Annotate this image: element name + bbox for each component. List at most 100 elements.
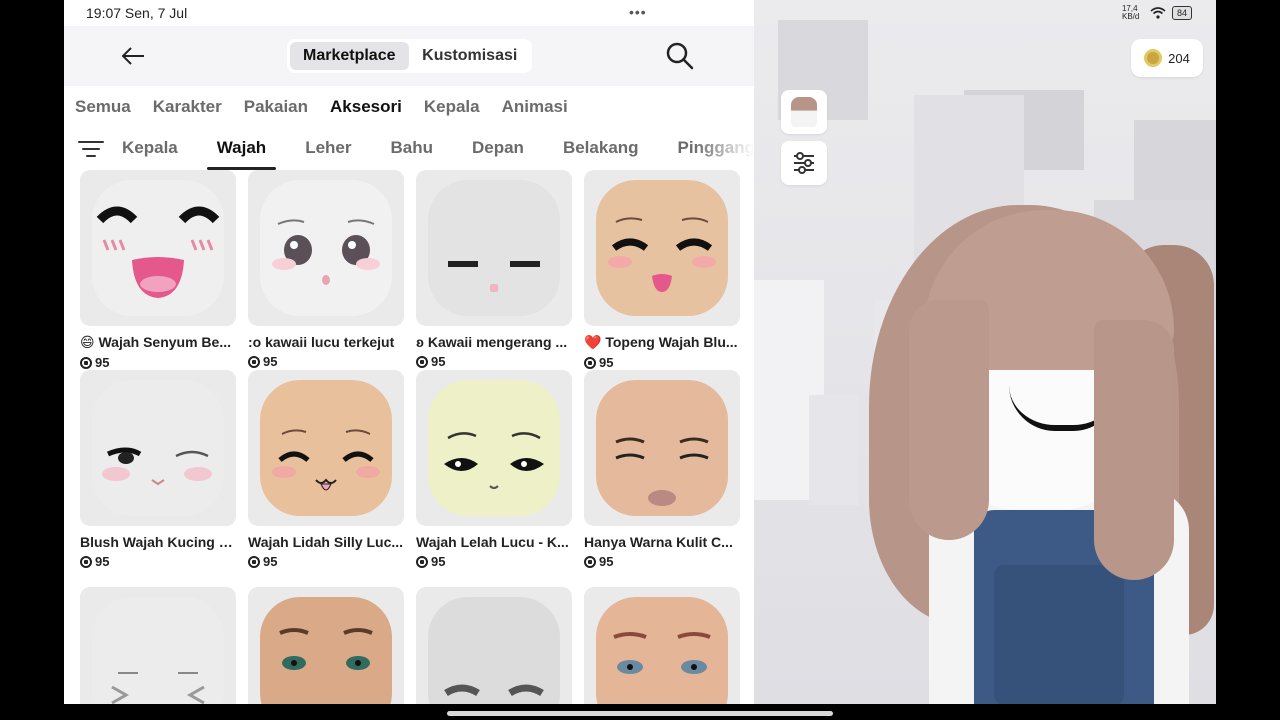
status-time: 19:07 Sen, 7 Jul	[86, 5, 188, 21]
item-title: ❤️ Topeng Wajah Blu...	[584, 334, 738, 350]
item-price: 95	[248, 354, 404, 369]
item-price: 95	[416, 554, 572, 569]
face-preview	[428, 380, 560, 516]
face-preview	[428, 597, 560, 704]
item-card[interactable]	[80, 587, 236, 704]
price-value: 95	[95, 554, 110, 569]
item-thumbnail	[248, 587, 404, 704]
item-card[interactable]: Blush Wajah Kucing S... 95	[80, 370, 236, 569]
robux-icon	[416, 555, 428, 568]
tabs-fade-edge	[694, 128, 754, 170]
item-title: Blush Wajah Kucing S...	[80, 534, 236, 550]
item-thumbnail	[584, 587, 740, 704]
price-value: 95	[263, 554, 278, 569]
robux-icon	[584, 356, 596, 369]
item-thumbnail	[416, 170, 572, 326]
item-thumbnail	[584, 370, 740, 526]
search-button[interactable]	[664, 40, 696, 72]
tab-semua[interactable]: Semua	[75, 97, 131, 117]
subtab-wajah[interactable]: Wajah	[206, 128, 277, 170]
item-card[interactable]: ❤️ Topeng Wajah Blu... 95	[584, 170, 740, 370]
face-preview	[92, 180, 224, 316]
item-price: 95	[80, 554, 236, 569]
face-preview	[92, 597, 224, 704]
item-price: 95	[248, 554, 404, 569]
robux-icon	[80, 555, 92, 568]
face-preview	[92, 380, 224, 516]
price-value: 95	[599, 355, 614, 370]
avatar-overalls-bib	[994, 565, 1124, 704]
battery-level: 84	[1171, 6, 1192, 20]
subtab-bahu[interactable]: Bahu	[380, 128, 443, 170]
search-icon	[666, 42, 694, 70]
item-title: :o kawaii lucu terkejut	[248, 334, 395, 350]
wifi-icon	[1150, 7, 1166, 19]
subtab-leher[interactable]: Leher	[295, 128, 361, 170]
tab-kepala[interactable]: Kepala	[424, 97, 480, 117]
arrow-left-icon	[121, 47, 144, 65]
item-card[interactable]: Wajah Lelah Lucu - K... 95	[416, 370, 572, 569]
robux-icon	[584, 555, 596, 568]
item-card[interactable]: Hanya Warna Kulit C... 95	[584, 370, 740, 569]
item-card[interactable]: :o kawaii lucu terkejut 95	[248, 170, 404, 369]
item-price: 95	[80, 355, 236, 370]
tab-animasi[interactable]: Animasi	[502, 97, 568, 117]
mode-segmented-control: Marketplace Kustomisasi	[287, 39, 532, 73]
item-title: Wajah Lelah Lucu - K...	[416, 534, 569, 550]
item-title: Wajah Lidah Silly Luc...	[248, 534, 404, 550]
item-price: 95	[584, 554, 740, 569]
robux-icon	[248, 555, 260, 568]
status-right: 17,4 KB/d 84	[1122, 5, 1192, 21]
tab-karakter[interactable]: Karakter	[153, 97, 222, 117]
avatar-thumbnail-button[interactable]	[781, 90, 827, 134]
item-title: ʚ Kawaii mengerang ...	[416, 334, 568, 350]
item-thumbnail	[416, 587, 572, 704]
item-title: Hanya Warna Kulit C...	[584, 534, 733, 550]
category-tabs: Semua Karakter Pakaian Aksesori Kepala A…	[64, 86, 754, 128]
item-card[interactable]	[416, 587, 572, 704]
item-card[interactable]: ʚ Kawaii mengerang ... 95	[416, 170, 572, 369]
sliders-icon	[794, 152, 814, 174]
item-card[interactable]	[248, 587, 404, 704]
price-value: 95	[431, 354, 446, 369]
multitask-dots[interactable]: •••	[629, 4, 647, 20]
item-price: 95	[416, 354, 572, 369]
item-thumbnail	[248, 170, 404, 326]
item-thumbnail	[248, 370, 404, 526]
robux-icon	[416, 355, 428, 368]
tab-pakaian[interactable]: Pakaian	[244, 97, 308, 117]
item-thumbnail	[80, 170, 236, 326]
home-indicator[interactable]	[447, 711, 833, 716]
face-preview	[596, 597, 728, 704]
avatar-settings-button[interactable]	[781, 141, 827, 185]
item-card[interactable]: Wajah Lidah Silly Luc... 95	[248, 370, 404, 569]
back-button[interactable]	[118, 41, 148, 71]
item-card[interactable]	[584, 587, 740, 704]
tab-aksesori[interactable]: Aksesori	[330, 97, 402, 117]
subtab-depan[interactable]: Depan	[462, 128, 534, 170]
robux-balance-button[interactable]: 204	[1131, 39, 1203, 77]
segment-kustomisasi[interactable]: Kustomisasi	[411, 42, 530, 70]
marketplace-panel: Marketplace Kustomisasi Semua Karakter P…	[64, 0, 754, 704]
item-thumbnail	[80, 587, 236, 704]
status-bar: 19:07 Sen, 7 Jul ••• 17,4 KB/d 84	[64, 0, 1216, 26]
price-value: 95	[431, 554, 446, 569]
item-thumbnail	[80, 370, 236, 526]
item-price: 95	[584, 355, 740, 370]
price-value: 95	[95, 355, 110, 370]
face-preview	[260, 380, 392, 516]
item-card[interactable]: 😄 Wajah Senyum Be... 95	[80, 170, 236, 370]
item-grid: 😄 Wajah Senyum Be... 95 :o kawaii lucu t…	[80, 170, 744, 704]
face-preview	[596, 180, 728, 316]
subtab-kepala[interactable]: Kepala	[112, 128, 188, 170]
subcategory-tabs: Kepala Wajah Leher Bahu Depan Belakang P…	[64, 128, 754, 170]
subtab-belakang[interactable]: Belakang	[553, 128, 649, 170]
item-thumbnail	[416, 370, 572, 526]
segment-marketplace[interactable]: Marketplace	[290, 42, 409, 70]
robux-icon	[80, 356, 92, 369]
network-speed: 17,4 KB/d	[1121, 4, 1140, 21]
avatar-thumbnail-icon	[791, 97, 817, 127]
price-value: 95	[263, 354, 278, 369]
robux-icon	[248, 355, 260, 368]
item-thumbnail	[584, 170, 740, 326]
